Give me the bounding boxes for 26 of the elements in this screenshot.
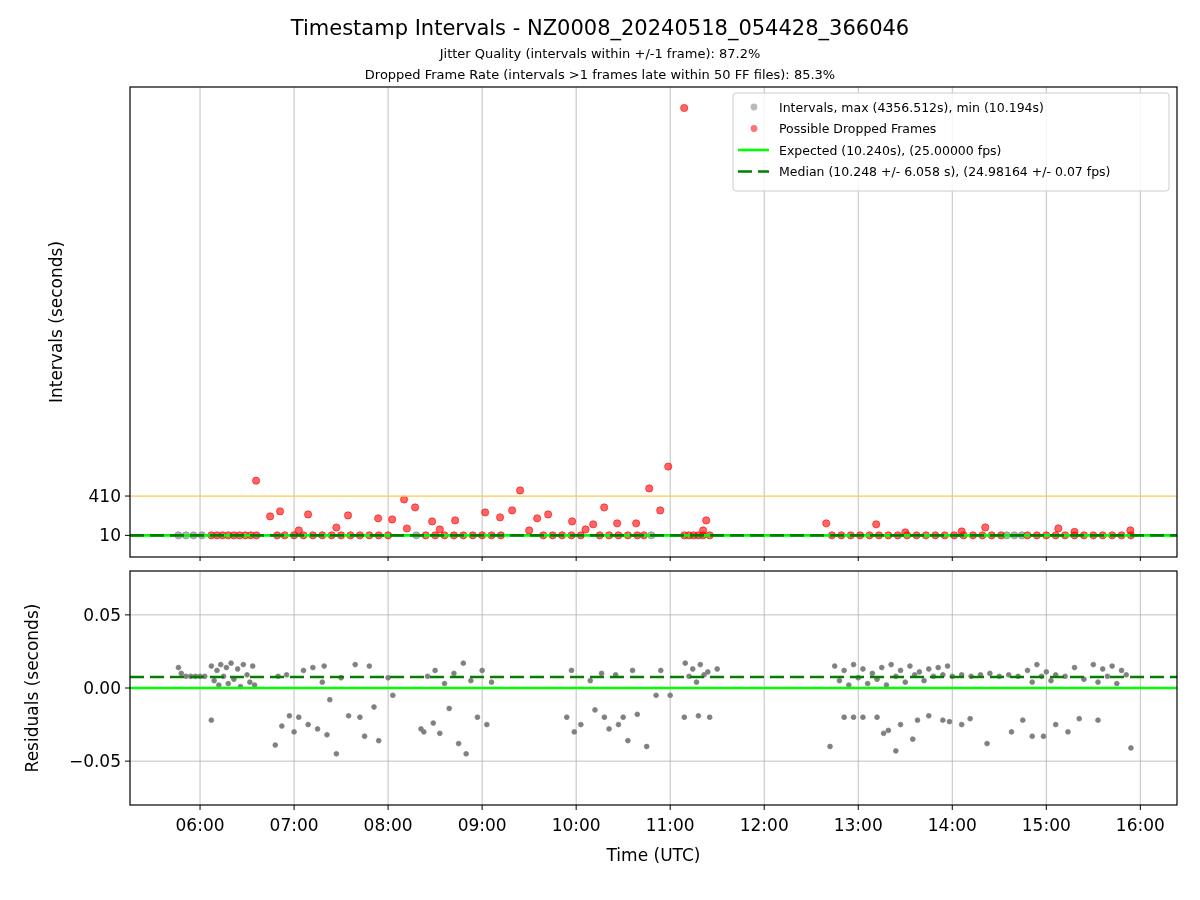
chart-subtitle: Dropped Frame Rate (intervals >1 frames late within 50 FF files): 85.3%	[363, 66, 837, 84]
tick-label: 09:00	[457, 815, 507, 835]
tick-label: 11:00	[645, 815, 695, 835]
legend-label: Expected (10.240s), (25.00000 fps)	[779, 142, 1002, 158]
axis-label: Intervals (seconds)	[46, 240, 66, 404]
tick-label: 15:00	[1021, 815, 1071, 835]
chart-subtitle: Jitter Quality (intervals within +/-1 frame): 87.2%	[438, 45, 762, 63]
tick-label: 08:00	[363, 815, 413, 835]
tick-label: −0.05	[68, 751, 121, 772]
tick-label: 13:00	[833, 815, 883, 835]
tick-label: 07:00	[269, 815, 319, 835]
tick-label: 14:00	[927, 815, 977, 835]
tick-label: 16:00	[1115, 815, 1165, 835]
chart-title: Timestamp Intervals - NZ0008_20240518_054428_366046	[289, 15, 911, 41]
axis-label: Time (UTC)	[606, 845, 701, 865]
tick-label: 0.00	[83, 678, 121, 698]
tick-label: 10:00	[551, 815, 601, 835]
tick-label: 410	[88, 486, 121, 507]
legend-label: Possible Dropped Frames	[779, 121, 937, 136]
tick-label: 06:00	[175, 815, 225, 835]
tick-label: 0.05	[83, 604, 121, 625]
axis-label: Residuals (seconds)	[22, 603, 42, 773]
tick-label: 12:00	[739, 815, 789, 835]
legend-label: Intervals, max (4356.512s), min (10.194s)	[779, 99, 1044, 115]
legend-label: Median (10.248 +/- 6.058 s), (24.98164 +/- 0.07 fps)	[779, 164, 1111, 179]
tick-label: 10	[99, 525, 121, 546]
